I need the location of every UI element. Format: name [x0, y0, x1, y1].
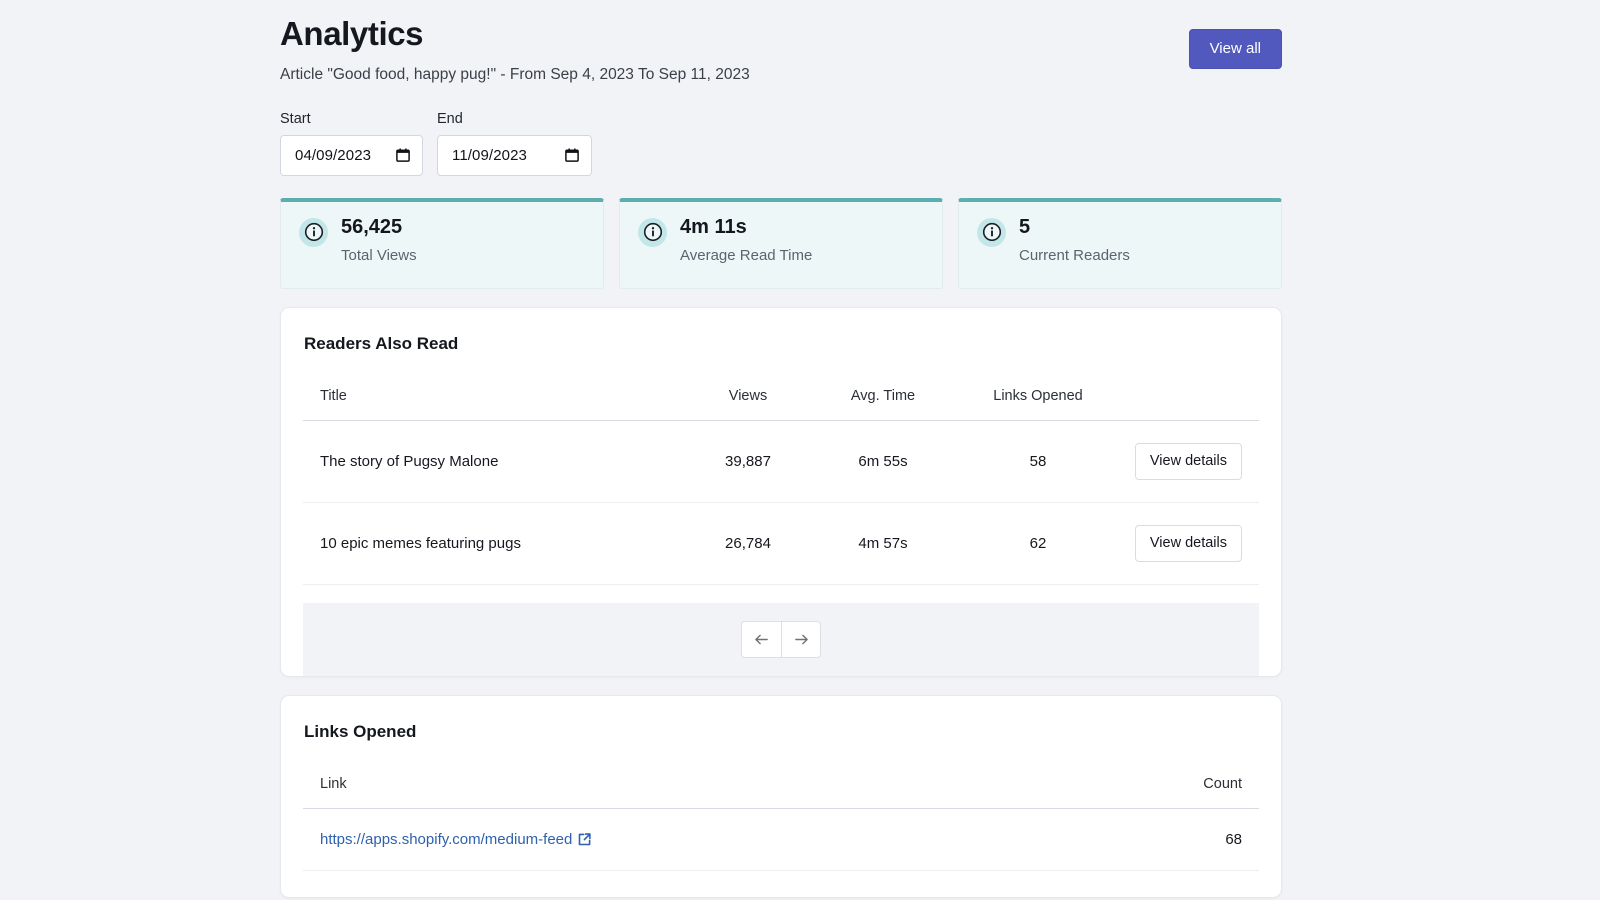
view-details-button[interactable]: View details [1135, 525, 1242, 562]
info-icon [638, 218, 667, 247]
cell-title: 10 epic memes featuring pugs [303, 502, 683, 584]
stat-value: 4m 11s [680, 216, 812, 238]
readers-also-read-table: Title Views Avg. Time Links Opened The s… [303, 354, 1259, 585]
stat-card-average-read-time: 4m 11s Average Read Time [619, 198, 943, 289]
table-row: https://apps.shopify.com/medium-feed [303, 808, 1259, 870]
cell-avg-time: 6m 55s [813, 420, 953, 502]
end-date-field: End 11/09/2023 [437, 111, 592, 176]
table-head: Title Views Avg. Time Links Opened [303, 354, 1259, 421]
page-subtitle: Article "Good food, happy pug!" - From S… [280, 65, 750, 85]
header-text-block: Analytics Article "Good food, happy pug!… [280, 14, 750, 85]
cell-link: https://apps.shopify.com/medium-feed [303, 808, 1104, 870]
panel-bottom-spacer [303, 871, 1259, 897]
start-date-label: Start [280, 111, 423, 127]
calendar-icon[interactable] [396, 148, 410, 162]
start-date-field: Start 04/09/2023 [280, 111, 423, 176]
column-header-views: Views [683, 354, 813, 421]
cell-links-opened: 58 [953, 420, 1123, 502]
external-link[interactable]: https://apps.shopify.com/medium-feed [320, 831, 591, 848]
next-page-button[interactable] [781, 621, 821, 658]
table-head: Link Count [303, 742, 1259, 809]
info-icon [299, 218, 328, 247]
links-opened-table: Link Count https://apps.shopify.com/medi… [303, 742, 1259, 871]
table-row: The story of Pugsy Malone 39,887 6m 55s … [303, 420, 1259, 502]
panel-title: Links Opened [303, 718, 1259, 742]
stat-text-block: 5 Current Readers [1019, 216, 1130, 264]
end-date-input[interactable]: 11/09/2023 [437, 135, 592, 176]
pagination-button-group [741, 621, 821, 658]
analytics-page: Analytics Article "Good food, happy pug!… [0, 0, 1600, 900]
cell-views: 39,887 [683, 420, 813, 502]
page-title: Analytics [280, 14, 750, 54]
cell-links-opened: 62 [953, 502, 1123, 584]
external-link-label: https://apps.shopify.com/medium-feed [320, 831, 572, 848]
stat-text-block: 56,425 Total Views [341, 216, 417, 264]
table-body: The story of Pugsy Malone 39,887 6m 55s … [303, 420, 1259, 584]
arrow-right-icon [793, 631, 810, 648]
cell-avg-time: 4m 57s [813, 502, 953, 584]
info-icon [977, 218, 1006, 247]
column-header-links-opened: Links Opened [953, 354, 1123, 421]
cell-title: The story of Pugsy Malone [303, 420, 683, 502]
links-opened-panel: Links Opened Link Count https://apps.sho… [280, 695, 1282, 898]
column-header-link: Link [303, 742, 1104, 809]
stat-value: 56,425 [341, 216, 417, 238]
pagination-footer [325, 603, 1237, 676]
table-body: https://apps.shopify.com/medium-feed [303, 808, 1259, 870]
column-header-actions [1123, 354, 1259, 421]
cell-actions: View details [1123, 502, 1259, 584]
cell-actions: View details [1123, 420, 1259, 502]
column-header-title: Title [303, 354, 683, 421]
view-details-button[interactable]: View details [1135, 443, 1242, 480]
stat-value: 5 [1019, 216, 1130, 238]
column-header-avg-time: Avg. Time [813, 354, 953, 421]
panel-title: Readers Also Read [303, 330, 1259, 354]
table-header-row: Title Views Avg. Time Links Opened [303, 354, 1259, 421]
previous-page-button[interactable] [741, 621, 781, 658]
external-link-icon [578, 833, 591, 846]
readers-also-read-panel: Readers Also Read Title Views Avg. Time … [280, 307, 1282, 677]
stat-card-current-readers: 5 Current Readers [958, 198, 1282, 289]
table-row: 10 epic memes featuring pugs 26,784 4m 5… [303, 502, 1259, 584]
calendar-icon[interactable] [565, 148, 579, 162]
stat-text-block: 4m 11s Average Read Time [680, 216, 812, 264]
arrow-left-icon [753, 631, 770, 648]
stat-cards-row: 56,425 Total Views 4m 11s Average Read T… [280, 198, 1282, 289]
end-date-value: 11/09/2023 [438, 147, 527, 164]
stat-label: Average Read Time [680, 247, 812, 264]
pagination-bar [303, 603, 1259, 676]
cell-count: 68 [1104, 808, 1259, 870]
table-header-row: Link Count [303, 742, 1259, 809]
stat-label: Total Views [341, 247, 417, 264]
cell-views: 26,784 [683, 502, 813, 584]
start-date-value: 04/09/2023 [281, 147, 371, 164]
stat-label: Current Readers [1019, 247, 1130, 264]
column-header-count: Count [1104, 742, 1259, 809]
end-date-label: End [437, 111, 592, 127]
stat-card-total-views: 56,425 Total Views [280, 198, 604, 289]
content-container: Analytics Article "Good food, happy pug!… [280, 0, 1282, 898]
start-date-input[interactable]: 04/09/2023 [280, 135, 423, 176]
date-range-controls: Start 04/09/2023 End 11 [280, 111, 1282, 176]
page-header: Analytics Article "Good food, happy pug!… [280, 0, 1282, 85]
view-all-button[interactable]: View all [1189, 29, 1282, 69]
